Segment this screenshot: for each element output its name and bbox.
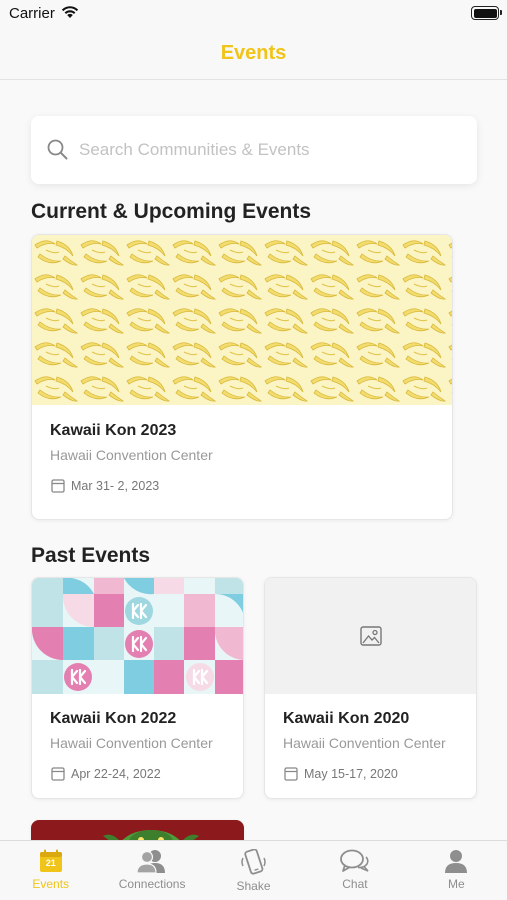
event-banner-kk-pattern — [32, 578, 243, 694]
page-title: Events — [220, 42, 287, 64]
tab-me[interactable]: Me — [406, 841, 507, 900]
tab-label: Shake — [236, 879, 271, 893]
status-bar: Carrier — [0, 0, 507, 28]
calendar-icon: 21 — [39, 849, 63, 873]
search-bar[interactable] — [31, 116, 477, 184]
calendar-icon — [51, 478, 65, 498]
event-date: Mar 31- 2, 2023 — [71, 479, 160, 493]
past-events-heading: Past Events — [31, 544, 151, 567]
phone-shake-icon — [239, 849, 269, 875]
event-card-current[interactable]: Kawaii Kon 2023 Hawaii Convention Center… — [31, 234, 453, 520]
tab-bar: 21 Events Connections Shake Chat Me — [0, 840, 507, 900]
event-title: Kawaii Kon 2022 — [50, 710, 177, 727]
image-placeholder-icon — [360, 626, 382, 651]
search-icon — [47, 139, 68, 165]
event-banner-banana-pattern — [32, 235, 452, 405]
tab-label: Chat — [342, 877, 368, 891]
event-date: Apr 22-24, 2022 — [71, 767, 161, 781]
event-card-past-2020[interactable]: Kawaii Kon 2020 Hawaii Convention Center… — [264, 577, 477, 799]
event-venue: Hawaii Convention Center — [283, 735, 446, 751]
carrier-label: Carrier — [9, 5, 55, 22]
event-venue: Hawaii Convention Center — [50, 735, 213, 751]
event-title: Kawaii Kon 2023 — [50, 422, 177, 439]
calendar-icon — [284, 766, 298, 786]
tab-shake[interactable]: Shake — [203, 841, 304, 900]
tab-label: Me — [447, 877, 465, 891]
calendar-icon — [51, 766, 65, 786]
event-date: May 15-17, 2020 — [304, 767, 398, 781]
event-venue: Hawaii Convention Center — [50, 447, 213, 463]
search-input[interactable] — [79, 116, 459, 184]
wifi-icon — [61, 5, 79, 24]
current-events-heading: Current & Upcoming Events — [31, 200, 312, 223]
event-title: Kawaii Kon 2020 — [283, 710, 410, 727]
event-banner-placeholder — [265, 578, 476, 694]
tab-connections[interactable]: Connections — [101, 841, 202, 900]
tab-events[interactable]: 21 Events — [0, 841, 101, 900]
tab-label: Events — [32, 877, 70, 891]
tab-label: Connections — [118, 877, 186, 891]
tab-chat[interactable]: Chat — [304, 841, 405, 900]
battery-icon — [471, 6, 502, 20]
person-icon — [444, 849, 468, 873]
calendar-day-number: 21 — [45, 858, 56, 868]
people-icon — [135, 849, 169, 873]
navigation-bar: Events — [0, 28, 507, 80]
chat-bubbles-icon — [340, 849, 370, 873]
event-card-past-2022[interactable]: Kawaii Kon 2022 Hawaii Convention Center… — [31, 577, 244, 799]
